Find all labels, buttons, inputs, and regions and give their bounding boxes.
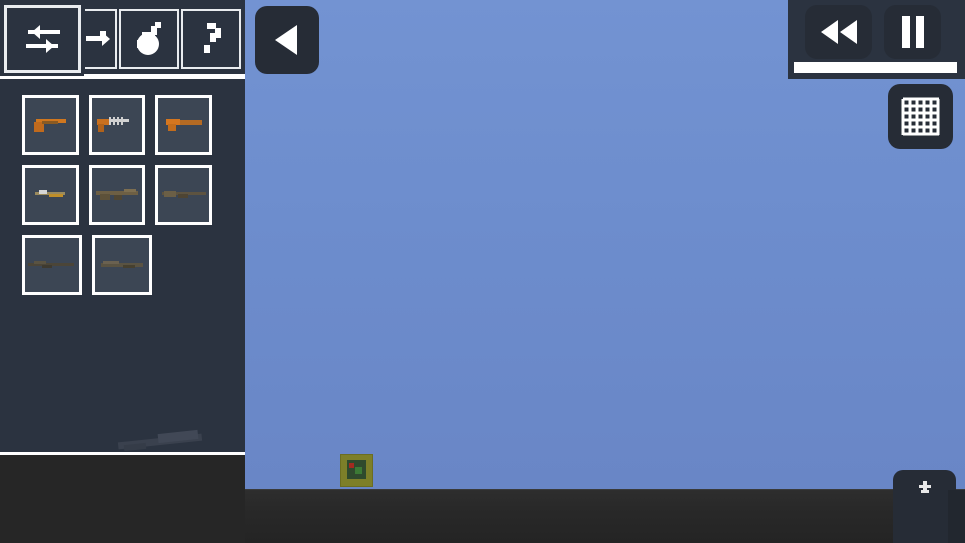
inventory-row: [22, 235, 222, 305]
sidebar-item-explosives[interactable]: [119, 9, 179, 69]
sidebar-footer: Clear everything Clear living: [0, 455, 245, 543]
inventory-row: [22, 165, 222, 235]
sidebar-item-swap[interactable]: [4, 5, 81, 73]
tabbar-rule: [0, 76, 245, 79]
sawed-off-icon: [164, 117, 204, 133]
inventory-slot-3[interactable]: [155, 95, 213, 155]
sidebar-item-spawn[interactable]: [85, 9, 117, 69]
pause-bars-icon: [899, 15, 927, 49]
inventory-slot-6[interactable]: [155, 165, 213, 225]
rewind-double-triangle-icon: [817, 18, 861, 46]
play-left-triangle-icon: [270, 22, 304, 58]
arrow-right-icon: [86, 26, 114, 52]
pistol-icon: [30, 116, 70, 134]
back-button[interactable]: [255, 6, 319, 74]
smg-icon: [95, 115, 139, 135]
swap-arrows-icon: [20, 22, 66, 56]
timeline-bar[interactable]: [794, 62, 957, 73]
inventory-slot-1[interactable]: [22, 95, 79, 155]
carbine-icon: [31, 189, 69, 201]
grenade-icon: [131, 20, 167, 58]
ragdoll-marker-green: [355, 467, 362, 474]
spawn-tray-edge: [948, 490, 965, 543]
grid-mesh-icon: [900, 96, 942, 138]
pause-button[interactable]: [884, 5, 941, 59]
inventory-slot-4[interactable]: [22, 165, 79, 225]
anchor-pin-icon: [918, 480, 932, 501]
playback-controls-panel: [788, 0, 965, 79]
app-root: Clear everything Clear living: [0, 0, 965, 543]
inventory-slot-7[interactable]: [22, 235, 82, 295]
inventory-slot-5[interactable]: [88, 165, 146, 225]
sidebar-body: [0, 0, 245, 452]
assault-rifle-icon: [94, 187, 140, 203]
battle-rifle-icon: [160, 188, 208, 202]
question-mark-icon: [196, 19, 226, 59]
marksman-rifle-icon: [99, 259, 145, 271]
rifle-preview-icon: [110, 424, 210, 452]
inventory-slot-8[interactable]: [92, 235, 152, 295]
spawn-tray-panel[interactable]: [893, 470, 956, 543]
weapon-inventory-grid: [22, 95, 222, 305]
ragdoll-entity[interactable]: [341, 455, 372, 486]
sidebar-item-help[interactable]: [181, 9, 241, 69]
rewind-button[interactable]: [805, 5, 872, 59]
sniper-rifle-icon: [28, 259, 76, 271]
inventory-row: [22, 95, 222, 165]
ragdoll-marker-red: [349, 463, 354, 468]
sidebar-tabbar: [0, 0, 245, 76]
left-sidebar: Clear everything Clear living: [0, 0, 245, 543]
inventory-slot-2[interactable]: [88, 95, 146, 155]
grid-snap-button[interactable]: [888, 84, 953, 149]
